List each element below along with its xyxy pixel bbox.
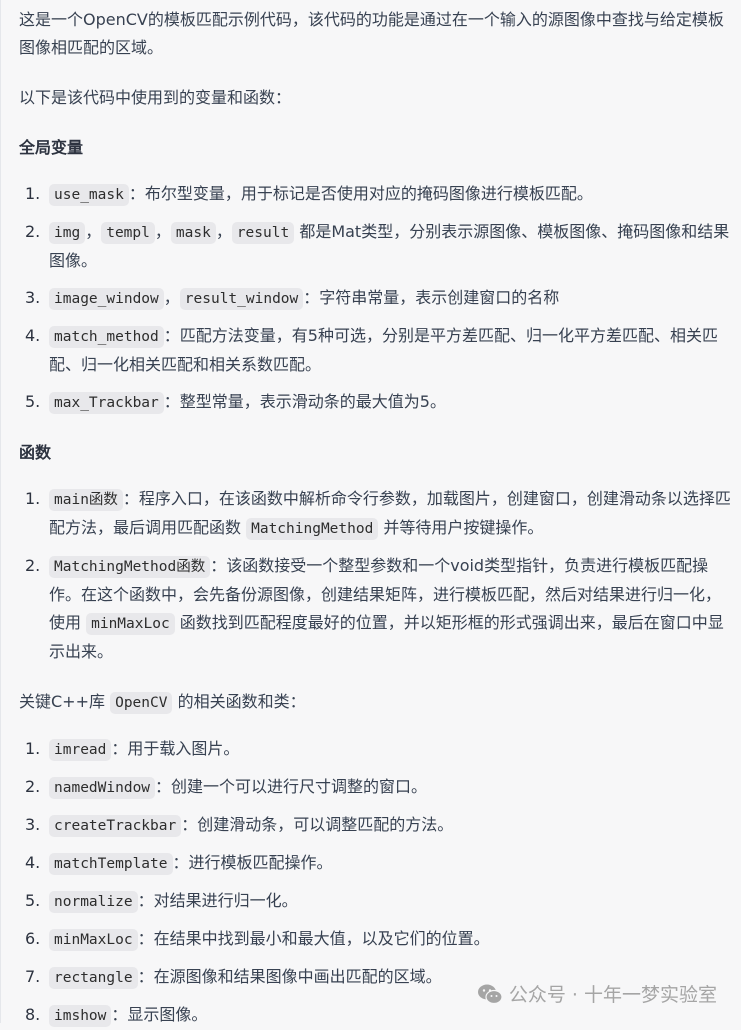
item-text: ：进行模板匹配操作。 xyxy=(172,853,333,872)
separator: ， xyxy=(154,222,171,241)
item-text: ：布尔型变量，用于标记是否使用对应的掩码图像进行模板匹配。 xyxy=(128,184,593,203)
inline-code: minMaxLoc xyxy=(49,929,138,951)
list-item: 1. imread ：用于载入图片。 xyxy=(19,735,731,764)
item-number: 1. xyxy=(25,739,41,758)
item-number: 4. xyxy=(25,853,41,872)
item-number: 1. xyxy=(25,184,41,203)
list-item: 3. createTrackbar ：创建滑动条，可以调整匹配的方法。 xyxy=(19,811,731,840)
globals-list: 1. use_mask ：布尔型变量，用于标记是否使用对应的掩码图像进行模板匹配。… xyxy=(19,180,731,417)
inline-code: createTrackbar xyxy=(49,815,182,837)
list-item: 4. matchTemplate ：进行模板匹配操作。 xyxy=(19,849,731,878)
item-text: ：显示图像。 xyxy=(111,1005,208,1024)
item-text: 并等待用户按键操作。 xyxy=(383,518,544,537)
item-number: 8. xyxy=(25,1005,41,1024)
item-text: ：用于载入图片。 xyxy=(111,739,240,758)
inline-code: namedWindow xyxy=(49,777,156,799)
list-item: 2. img， templ， mask， result 都是Mat类型，分别表示源图像… xyxy=(19,218,731,275)
item-number: 2. xyxy=(25,222,41,241)
inline-code: normalize xyxy=(49,891,138,913)
inline-code: imread xyxy=(49,739,112,761)
item-number: 1. xyxy=(25,489,41,508)
item-number: 7. xyxy=(25,967,41,986)
library-intro-text: 的相关函数和类： xyxy=(177,692,306,711)
inline-code: use_mask xyxy=(49,184,129,206)
separator: ， xyxy=(163,288,180,307)
item-number: 2. xyxy=(25,777,41,796)
separator: ， xyxy=(215,222,232,241)
list-item: 2. namedWindow ：创建一个可以进行尺寸调整的窗口。 xyxy=(19,773,731,802)
inline-code: match_method xyxy=(49,326,164,348)
list-item: 5. normalize ：对结果进行归一化。 xyxy=(19,887,731,916)
item-text: ：对结果进行归一化。 xyxy=(137,891,298,910)
wechat-icon xyxy=(477,984,503,1004)
inline-code: OpenCV xyxy=(110,692,173,714)
inline-code: mask xyxy=(170,222,216,244)
watermark: 公众号 · 十年一梦实验室 xyxy=(477,980,717,1007)
answer-card: 这是一个OpenCV的模板匹配示例代码，该代码的功能是通过在一个输入的源图像中查… xyxy=(0,0,741,1027)
inline-code: result xyxy=(231,222,295,244)
list-item: 6. minMaxLoc ：在结果中找到最小和最大值，以及它们的位置。 xyxy=(19,925,731,954)
inline-code: rectangle xyxy=(49,967,138,989)
inline-code: MatchingMethod函数 xyxy=(49,556,211,578)
vars-intro: 以下是该代码中使用到的变量和函数： xyxy=(19,88,292,107)
item-text: ：整型常量，表示滑动条的最大值为5。 xyxy=(163,392,446,411)
item-number: 5. xyxy=(25,392,41,411)
item-number: 3. xyxy=(25,815,41,834)
list-item: 1. use_mask ：布尔型变量，用于标记是否使用对应的掩码图像进行模板匹配。 xyxy=(19,180,731,209)
item-text: ：创建一个可以进行尺寸调整的窗口。 xyxy=(155,777,428,796)
inline-code: result_window xyxy=(179,288,304,310)
watermark-text: 公众号 · 十年一梦实验室 xyxy=(508,984,717,1006)
inline-code: matchTemplate xyxy=(49,853,173,875)
item-text: ：创建滑动条，可以调整匹配的方法。 xyxy=(181,815,454,834)
item-text: ：在结果中找到最小和最大值，以及它们的位置。 xyxy=(137,929,490,948)
inline-code: main函数 xyxy=(49,489,123,511)
item-number: 4. xyxy=(25,326,41,345)
item-number: 5. xyxy=(25,891,41,910)
inline-code: img xyxy=(49,222,86,244)
inline-code: MatchingMethod xyxy=(246,518,379,540)
inline-code: minMaxLoc xyxy=(86,613,175,635)
separator: ， xyxy=(85,222,102,241)
functions-list: 1. main函数 ：程序入口，在该函数中解析命令行参数，加载图片，创建窗口，创建… xyxy=(19,485,731,666)
inline-code: imshow xyxy=(49,1005,112,1027)
intro-paragraph: 这是一个OpenCV的模板匹配示例代码，该代码的功能是通过在一个输入的源图像中查… xyxy=(19,10,724,57)
item-text: ：字符串常量，表示创建窗口的名称 xyxy=(303,288,560,307)
list-item: 3. image_window， result_window ：字符串常量，表示创建… xyxy=(19,284,731,313)
library-intro: 关键C++库 OpenCV 的相关函数和类： xyxy=(19,688,731,717)
item-number: 3. xyxy=(25,288,41,307)
inline-code: image_window xyxy=(49,288,164,310)
list-item: 2. MatchingMethod函数 ：该函数接受一个整型参数和一个void类型… xyxy=(19,552,731,666)
inline-code: max_Trackbar xyxy=(49,392,164,414)
item-number: 2. xyxy=(25,556,41,575)
library-intro-text: 关键C++库 xyxy=(19,692,105,711)
item-number: 6. xyxy=(25,929,41,948)
list-item: 4. match_method ：匹配方法变量，有5种可选，分别是平方差匹配、归一… xyxy=(19,322,731,379)
inline-code: templ xyxy=(101,222,155,244)
functions-heading: 函数 xyxy=(19,443,52,462)
item-text: ：在源图像和结果图像中画出匹配的区域。 xyxy=(137,967,442,986)
globals-heading: 全局变量 xyxy=(19,138,84,157)
list-item: 5. max_Trackbar ：整型常量，表示滑动条的最大值为5。 xyxy=(19,388,731,417)
list-item: 1. main函数 ：程序入口，在该函数中解析命令行参数，加载图片，创建窗口，创建… xyxy=(19,485,731,543)
